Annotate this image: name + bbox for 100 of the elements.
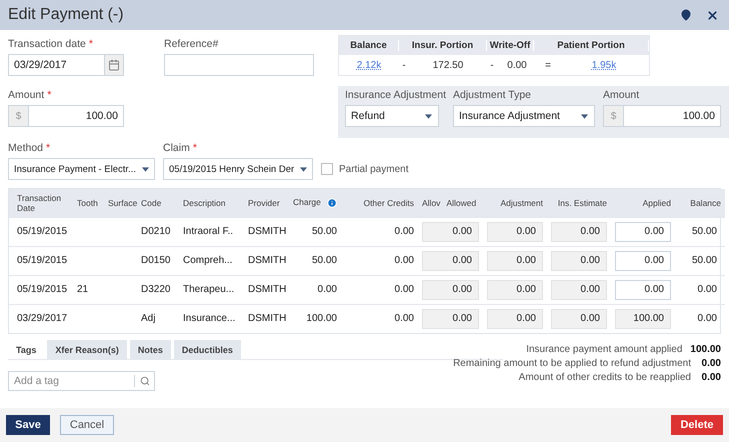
table-cell: 0.00	[675, 275, 725, 304]
adjustment-field: 0.00	[487, 280, 543, 300]
table-cell: 50.00	[289, 217, 341, 246]
close-icon[interactable]	[706, 8, 719, 22]
cancel-button[interactable]: Cancel	[60, 415, 114, 435]
table-cell: Therapeu...	[179, 275, 244, 304]
total-value: 100.00	[690, 344, 721, 355]
column-header: Allowed	[446, 198, 476, 208]
partial-payment-checkbox[interactable]: Partial payment	[321, 163, 408, 175]
amount-link[interactable]: 2.12k	[356, 60, 382, 70]
save-button[interactable]: Save	[6, 415, 50, 435]
tab[interactable]: Notes	[130, 340, 171, 359]
claim-dropdown[interactable]: 05/19/2015 Henry Schein Der	[163, 158, 313, 180]
table-cell: 50.00	[675, 246, 725, 275]
operator-sign: =	[544, 60, 552, 70]
total-value: 0.00	[700, 358, 721, 369]
applied-field[interactable]: 0.00	[615, 222, 671, 242]
table-cell: 05/19/2015	[9, 217, 73, 246]
table-cell: 0.00	[341, 275, 418, 304]
amount-field[interactable]: $ 100.00	[8, 105, 124, 127]
applied-field[interactable]: 0.00	[615, 250, 671, 270]
field-label: Adjustment Type	[453, 89, 532, 101]
tag-search-field[interactable]: Add a tag	[8, 371, 155, 391]
summary-value: 172.50	[432, 60, 464, 70]
amount-link[interactable]: 1.95k	[592, 60, 616, 70]
column-header: Provider	[244, 189, 289, 217]
tab[interactable]: Deductibles	[174, 340, 241, 359]
table-cell: 05/19/2015	[9, 275, 73, 304]
table-cell: 50.00	[289, 246, 341, 275]
table-cell: DSMITH	[244, 275, 289, 304]
table-cell: DSMITH	[244, 304, 289, 333]
applied-field[interactable]: 0.00	[615, 280, 671, 300]
pin-icon[interactable]	[680, 9, 692, 21]
column-header: Code	[137, 189, 179, 217]
column-header: Tooth	[73, 189, 104, 217]
table-cell: DSMITH	[244, 246, 289, 275]
caret-icon	[142, 166, 149, 172]
table-cell: 03/29/2017	[9, 304, 73, 333]
operator-sign: -	[489, 60, 495, 70]
applied-field: 100.00	[615, 308, 671, 329]
table-cell: D3220	[137, 275, 179, 304]
table-cell: 0.00	[675, 304, 725, 333]
field-label: Amount *	[8, 89, 52, 101]
field-label: Claim *	[163, 142, 198, 154]
estimate-field: 0.00	[551, 308, 607, 329]
table-cell: Adj	[137, 304, 179, 333]
estimate-field: 0.00	[551, 250, 607, 270]
date-field[interactable]: 03/29/2017	[8, 54, 124, 76]
table-cell: D0150	[137, 246, 179, 275]
field-label: Method *	[8, 142, 52, 154]
table-cell: Insurance...	[179, 304, 244, 333]
column-header: Transaction Date	[9, 189, 73, 217]
table-cell: 0.00	[289, 275, 341, 304]
window-title: Edit Payment (-)	[8, 6, 125, 24]
summary-header: Write-Off	[487, 40, 534, 51]
adjustment-field: 0.00	[487, 308, 543, 329]
allowed-field: 0.00	[422, 308, 479, 329]
total-label: Amount of other credits to be reapplied	[518, 372, 691, 383]
estimate-field: 0.00	[551, 222, 607, 242]
estimate-field: 0.00	[551, 280, 607, 300]
field-label: Amount	[603, 89, 640, 101]
allowed-field: 0.00	[422, 280, 479, 300]
table-cell: 05/19/2015	[9, 246, 73, 275]
adjustment-field: 0.00	[487, 222, 543, 242]
table-cell: DSMITH	[244, 217, 289, 246]
column-header: Surface	[104, 189, 137, 217]
delete-button[interactable]: Delete	[671, 415, 723, 435]
table-cell: Intraoral F..	[179, 217, 244, 246]
summary-header: Balance	[339, 40, 400, 51]
field-label: Transaction date *	[8, 38, 94, 50]
total-value: 0.00	[700, 372, 721, 383]
summary-header: Insur. Portion	[399, 40, 488, 51]
column-header: Description	[179, 189, 244, 217]
table-cell: 100.00	[289, 304, 341, 333]
allowed-field: 0.00	[422, 222, 479, 242]
caret-icon	[425, 114, 432, 118]
summary-header: Patient Portion	[534, 40, 650, 51]
reference-field[interactable]	[164, 54, 314, 76]
table-cell: 0.00	[341, 217, 418, 246]
info-icon[interactable]	[326, 196, 337, 209]
table-cell: Compreh...	[179, 246, 244, 275]
operator-sign: -	[401, 60, 407, 70]
table-cell: D0210	[137, 217, 179, 246]
table-cell: 21	[73, 275, 104, 304]
table-cell: 0.00	[341, 304, 418, 333]
column-header: Ins. Estimate	[547, 189, 611, 217]
calendar-icon[interactable]	[104, 55, 123, 75]
refund-dropdown[interactable]: Refund	[345, 105, 440, 127]
tab[interactable]: Xfer Reason(s)	[47, 340, 127, 359]
summary-value: 0.00	[506, 60, 528, 70]
method-dropdown[interactable]: Insurance Payment - Electr...	[8, 158, 155, 180]
adjustment-amount-field[interactable]: $ 100.00	[603, 105, 721, 127]
adjustment-type-dropdown[interactable]: Insurance Adjustment	[453, 105, 595, 127]
column-header: Allov	[422, 198, 440, 208]
column-header: Adjustment	[483, 189, 547, 217]
allowed-field: 0.00	[422, 250, 479, 270]
caret-icon	[581, 114, 588, 118]
total-label: Remaining amount to be applied to refund adjustment	[453, 358, 691, 369]
caret-icon	[300, 166, 308, 172]
adjustment-field: 0.00	[487, 250, 543, 270]
